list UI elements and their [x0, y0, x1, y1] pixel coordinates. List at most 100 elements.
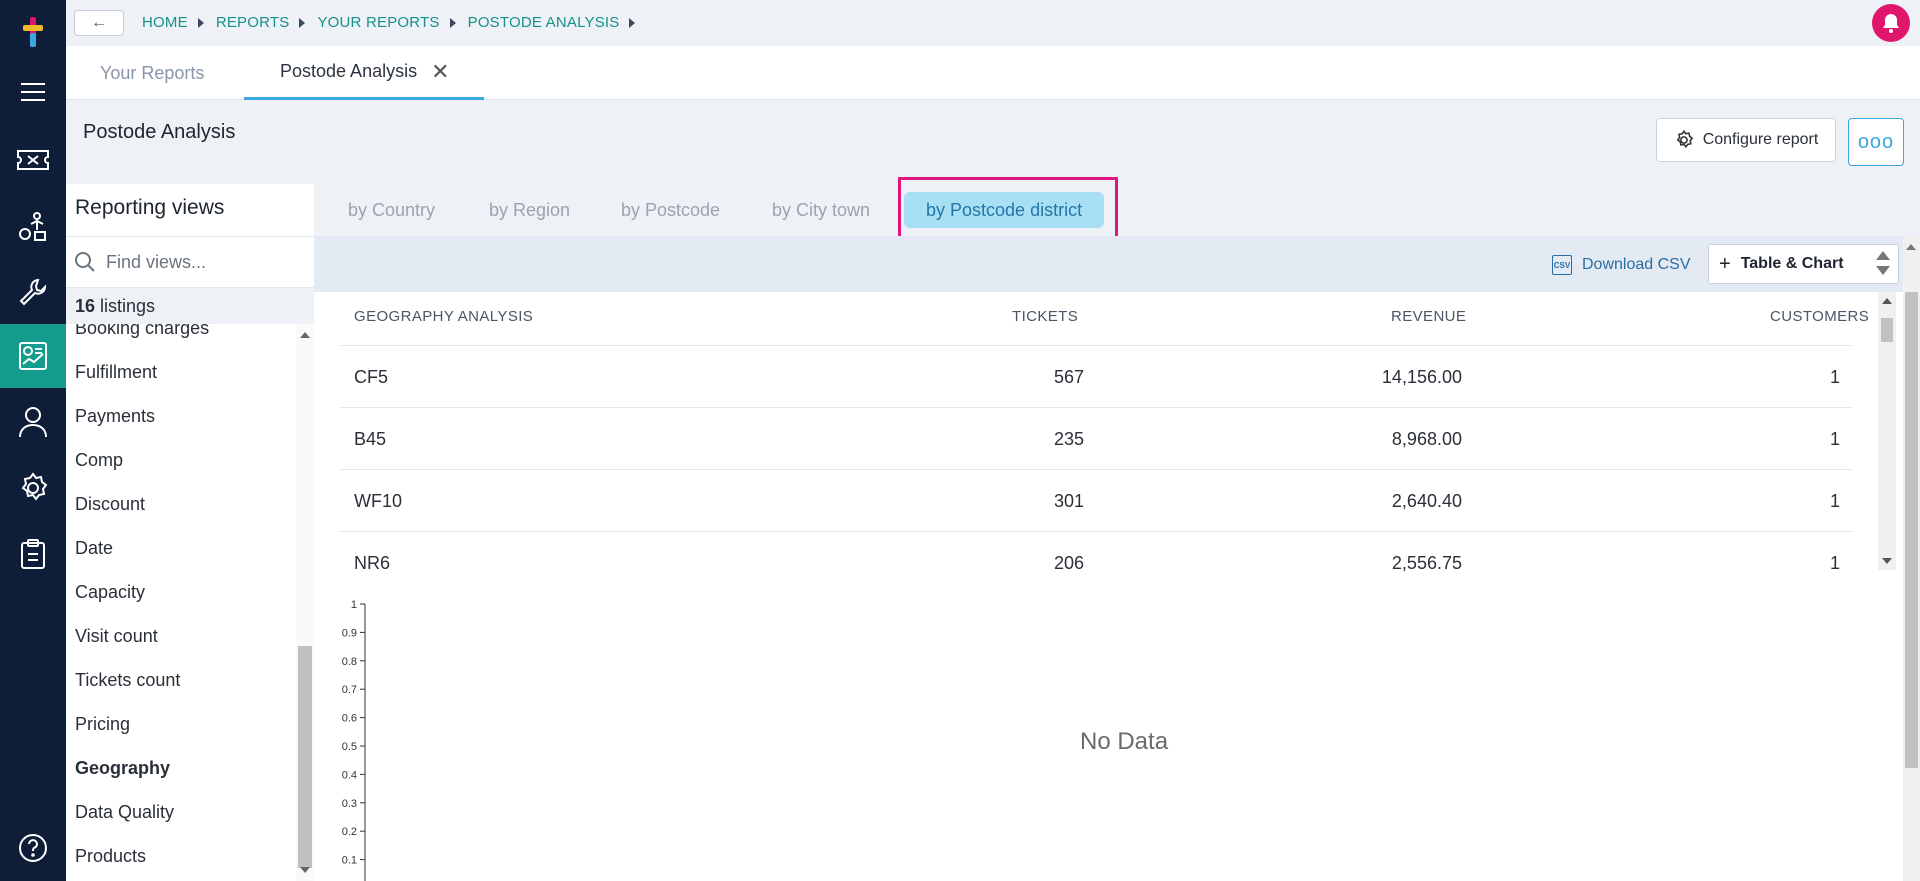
- page-scrollbar[interactable]: [1903, 292, 1920, 881]
- select-arrows-icon: [1876, 251, 1890, 275]
- nav-clipboard[interactable]: [0, 522, 66, 586]
- menu-button[interactable]: [0, 60, 66, 124]
- column-header-customers[interactable]: CUSTOMERS: [1770, 308, 1869, 325]
- views-scrollbar[interactable]: [296, 324, 314, 881]
- gear-icon: [21, 472, 48, 501]
- reporting-views-panel: Reporting views 16 listings Booking char…: [66, 184, 314, 881]
- cell-revenue: 14,156.00: [1381, 367, 1462, 387]
- configure-report-label: Configure report: [1702, 131, 1819, 148]
- app-logo[interactable]: [0, 0, 66, 64]
- scroll-down-icon[interactable]: [300, 867, 310, 873]
- view-item-discount[interactable]: Discount: [75, 494, 145, 515]
- notifications-button[interactable]: [1872, 4, 1910, 42]
- breadcrumb: HOME REPORTS YOUR REPORTS POSTODE ANALYS…: [142, 14, 647, 31]
- download-csv-label: Download CSV: [1582, 256, 1691, 273]
- table-row[interactable]: CF5 567 14,156.00 1: [340, 345, 1852, 407]
- breadcrumb-separator-icon: [299, 17, 306, 28]
- column-header-tickets[interactable]: TICKETS: [1012, 308, 1078, 325]
- scroll-down-icon[interactable]: [1882, 558, 1892, 564]
- scrollbar-thumb[interactable]: [1881, 318, 1893, 342]
- tab-label: Postode Analysis: [280, 61, 418, 81]
- cell-geography: CF5: [354, 367, 389, 387]
- view-item-payments[interactable]: Payments: [75, 406, 155, 427]
- cell-tickets: 235: [1053, 429, 1084, 449]
- scroll-up-icon[interactable]: [1906, 244, 1916, 250]
- hamburger-icon: [21, 83, 45, 101]
- cell-customers: 1: [1829, 367, 1840, 387]
- app-rail: [0, 0, 66, 881]
- nav-tickets[interactable]: [0, 128, 66, 192]
- y-tick-label: 0.9: [342, 627, 357, 639]
- view-item-geography[interactable]: Geography: [75, 758, 170, 779]
- back-arrow-icon: ←: [91, 14, 107, 31]
- view-item-data-quality[interactable]: Data Quality: [75, 802, 174, 823]
- subtab-by-postcode[interactable]: by Postcode: [621, 200, 720, 221]
- breadcrumb-reports[interactable]: REPORTS: [216, 14, 290, 31]
- table-scrollbar[interactable]: [1878, 292, 1896, 570]
- tab-label: Your Reports: [100, 62, 205, 83]
- breadcrumb-separator-icon: [449, 17, 456, 28]
- y-tick-label: 0.4: [342, 769, 357, 781]
- scrollbar-thumb[interactable]: [298, 646, 312, 868]
- nav-tools[interactable]: [0, 260, 66, 324]
- cell-geography: B45: [354, 429, 387, 449]
- more-options-button[interactable]: ooo: [1848, 118, 1904, 166]
- no-data-message: No Data: [1080, 728, 1169, 755]
- tab-postode-analysis[interactable]: Postode Analysis ✕: [244, 46, 484, 100]
- nav-attractions[interactable]: [0, 194, 66, 258]
- subtab-by-country[interactable]: by Country: [348, 200, 435, 221]
- listings-number: 16: [75, 296, 96, 316]
- cell-customers: 1: [1829, 429, 1840, 449]
- view-item-pricing[interactable]: Pricing: [75, 714, 130, 735]
- scrollbar-thumb[interactable]: [1905, 292, 1918, 768]
- scroll-up-icon[interactable]: [300, 332, 310, 338]
- views-search-input[interactable]: [106, 251, 296, 273]
- breadcrumb-postode-analysis[interactable]: POSTODE ANALYSIS: [468, 14, 620, 31]
- column-header-geography[interactable]: GEOGRAPHY ANALYSIS: [354, 308, 533, 325]
- column-header-revenue[interactable]: REVENUE: [1391, 308, 1466, 325]
- view-item-fulfillment[interactable]: Fulfillment: [75, 362, 157, 383]
- report-toolbar: CSV Download CSV + Table & Chart: [314, 236, 1920, 292]
- subtab-by-city-town[interactable]: by City town: [772, 200, 870, 221]
- y-tick-label: 0.3: [342, 798, 357, 810]
- wrench-icon: [19, 278, 47, 306]
- nav-customers[interactable]: [0, 390, 66, 454]
- download-csv-link[interactable]: CSV Download CSV: [1552, 255, 1691, 275]
- nav-help[interactable]: [0, 816, 66, 880]
- search-icon: [75, 252, 95, 272]
- tab-your-reports[interactable]: Your Reports: [100, 46, 204, 100]
- nav-reports[interactable]: [0, 324, 66, 388]
- nav-settings[interactable]: [0, 456, 66, 520]
- help-icon: [19, 834, 47, 862]
- table-row[interactable]: B45 235 8,968.00 1: [340, 407, 1852, 469]
- view-item-date[interactable]: Date: [75, 538, 113, 559]
- y-tick-label: 0.5: [342, 741, 357, 753]
- view-item-capacity[interactable]: Capacity: [75, 582, 145, 603]
- breadcrumb-home[interactable]: HOME: [142, 14, 188, 31]
- y-tick-label: 1: [351, 599, 357, 611]
- view-item-booking-charges[interactable]: Booking charges: [75, 324, 209, 339]
- top-bar: ← HOME REPORTS YOUR REPORTS POSTODE ANAL…: [66, 0, 1920, 46]
- y-tick-label: 0.1: [342, 855, 357, 867]
- table-row[interactable]: WF10 301 2,640.40 1: [340, 469, 1852, 531]
- view-item-tickets-count[interactable]: Tickets count: [75, 670, 180, 691]
- close-icon[interactable]: ✕: [431, 59, 449, 85]
- view-mode-select[interactable]: + Table & Chart: [1708, 244, 1899, 284]
- y-tick-label: 0.2: [342, 826, 357, 838]
- ticket-icon: [17, 150, 49, 170]
- listings-count: 16 listings: [66, 288, 314, 324]
- view-item-comp[interactable]: Comp: [75, 450, 123, 471]
- breadcrumb-your-reports[interactable]: YOUR REPORTS: [317, 14, 439, 31]
- scroll-up-icon[interactable]: [1882, 298, 1892, 304]
- configure-report-button[interactable]: Configure report: [1656, 118, 1836, 162]
- subtab-by-region[interactable]: by Region: [489, 200, 570, 221]
- view-item-products[interactable]: Products: [75, 846, 146, 867]
- back-button[interactable]: ←: [74, 10, 124, 36]
- views-list: Booking charges Fulfillment Payments Com…: [66, 324, 296, 881]
- bell-icon: [1883, 14, 1899, 33]
- table-row[interactable]: NR6 206 2,556.75 1: [340, 531, 1852, 593]
- report-tabs: Your Reports Postode Analysis ✕: [66, 46, 1920, 100]
- cell-customers: 1: [1829, 553, 1840, 573]
- view-item-visit-count[interactable]: Visit count: [75, 626, 158, 647]
- page-scrollbar-top[interactable]: [1903, 236, 1920, 292]
